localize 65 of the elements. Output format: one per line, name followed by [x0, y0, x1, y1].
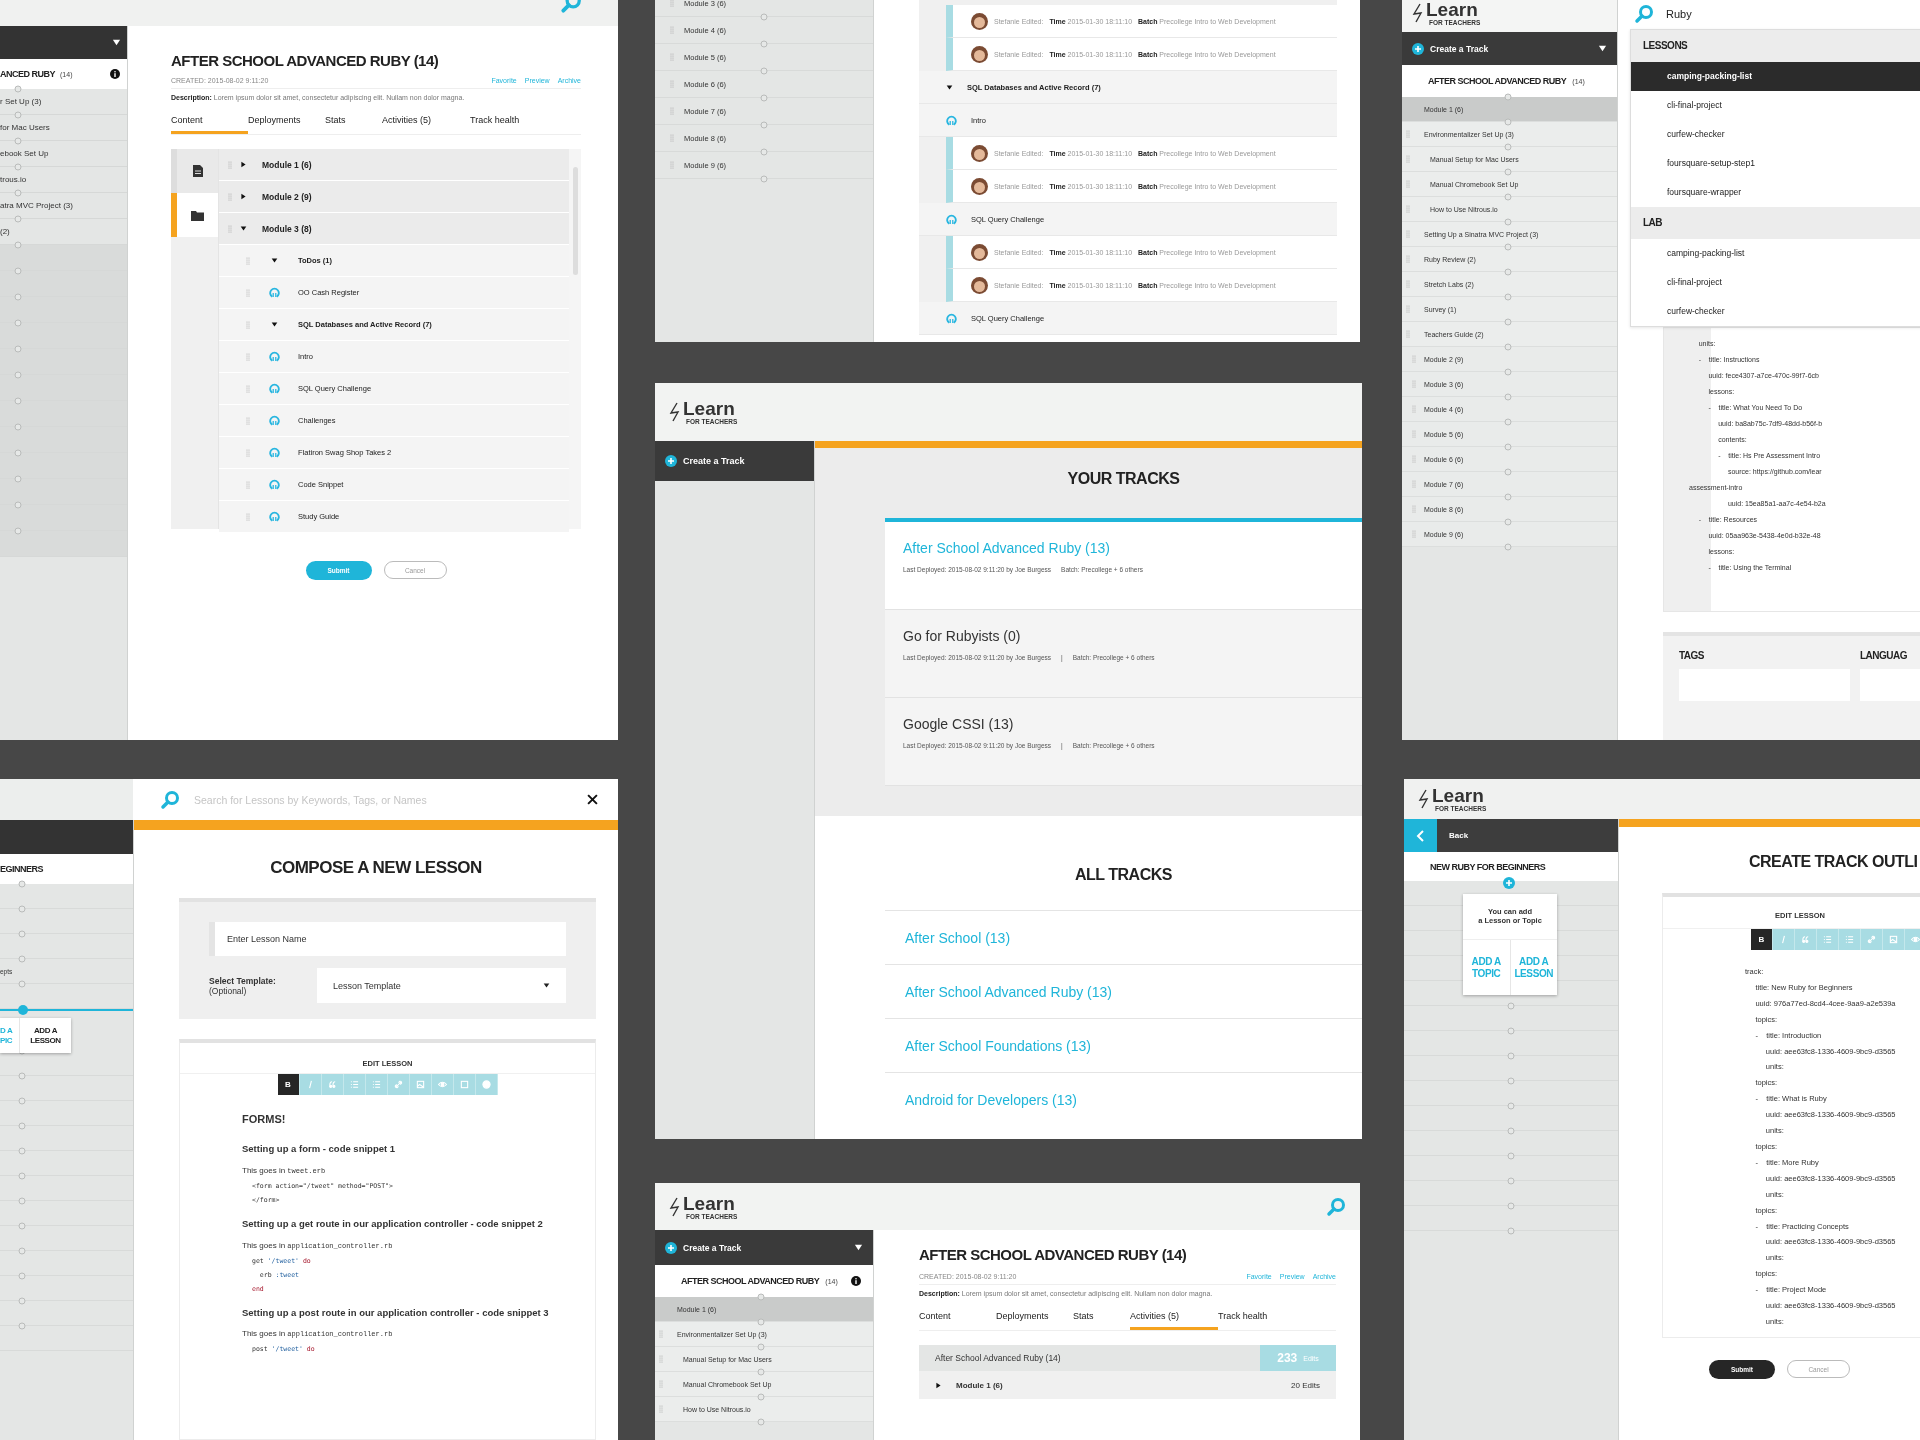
- page-title: COMPOSE A NEW LESSON: [269, 858, 483, 878]
- outline-label: Module 3 (8): [262, 223, 312, 234]
- track-title: AFTER SCHOOL ADVANCED RUBY (14): [919, 1246, 1188, 1263]
- outline-row[interactable]: Module 3 (8): [219, 213, 569, 245]
- result-item[interactable]: curfew-checker: [1631, 119, 1920, 149]
- tab[interactable]: Track health: [1218, 1311, 1295, 1330]
- track-title: ANCED RUBY: [0, 69, 55, 79]
- edit-count: 20 Edits: [1291, 1380, 1320, 1390]
- section-heading: ALL TRACKS: [1074, 866, 1173, 884]
- logo-wordmark: Learn: [683, 1193, 736, 1213]
- lesson-heading: Setting up a post route in our application controller - code snippet 3: [242, 1305, 550, 1320]
- group-heading: LAB: [1631, 206, 1920, 239]
- track-title: AFTER SCHOOL ADVANCED RUBY (14): [171, 52, 440, 69]
- track-name: Google CSSI (13): [903, 716, 1015, 732]
- create-track-button[interactable]: Create a Track: [655, 1230, 873, 1265]
- outline-row[interactable]: Module 1 (6): [219, 149, 569, 181]
- track-name: After School Advanced Ruby (13): [903, 540, 1111, 556]
- tab[interactable]: Content: [919, 1311, 996, 1330]
- summary-label: After School Advanced Ruby (14): [935, 1353, 1061, 1363]
- languages-heading: LANGUAG: [1860, 650, 1909, 662]
- tab[interactable]: Stats: [325, 115, 382, 134]
- tab[interactable]: Content: [171, 115, 248, 134]
- create-track-button[interactable]: Create a Track: [1402, 32, 1617, 65]
- track-title: EGINNERS: [0, 864, 43, 874]
- tab[interactable]: Activities (5): [1130, 1311, 1218, 1330]
- add-lesson-button[interactable]: ADD A LESSON: [20, 1018, 71, 1053]
- track-title: AFTER SCHOOL ADVANCED RUBY: [1428, 76, 1567, 86]
- lesson-title: FORMS!: [242, 1113, 287, 1125]
- bold-button[interactable]: B: [277, 1074, 300, 1095]
- tab[interactable]: Deployments: [248, 115, 325, 134]
- bold-button[interactable]: B: [1751, 929, 1773, 950]
- track-title: NEW RUBY FOR BEGINNERS: [1430, 861, 1546, 872]
- create-track-button[interactable]: Create a Track: [655, 441, 814, 481]
- result-item[interactable]: cli-final-project: [1631, 90, 1920, 120]
- result-item[interactable]: foursquare-setup-step1: [1631, 148, 1920, 178]
- page-title: CREATE TRACK OUTLI: [1749, 853, 1919, 871]
- module-label: Module 1 (6): [956, 1380, 1003, 1390]
- logo-wordmark: Learn: [1426, 0, 1479, 19]
- tab[interactable]: Deployments: [996, 1311, 1073, 1330]
- result-item[interactable]: camping-packing-list: [1631, 238, 1920, 268]
- back-label[interactable]: Back: [1437, 819, 1469, 852]
- track-name: Go for Rubyists (0): [903, 628, 1022, 644]
- outline-label: Module 1 (6): [262, 159, 312, 170]
- search-field[interactable]: Ruby: [1664, 7, 1818, 22]
- template-select[interactable]: Lesson Template: [317, 968, 566, 1003]
- logo-wordmark: Learn: [683, 399, 736, 418]
- result-item[interactable]: curfew-checker: [1631, 296, 1920, 326]
- module-row[interactable]: Module 1 (6) 20 Edits: [919, 1371, 1336, 1399]
- tab[interactable]: Track health: [470, 115, 547, 134]
- tab[interactable]: Activities (5): [382, 115, 470, 134]
- lesson-name-field[interactable]: Enter Lesson Name: [209, 922, 566, 956]
- lesson-heading: Setting up a get route in our application controller - code snippet 2: [242, 1216, 544, 1231]
- section-heading: YOUR TRACKS: [1066, 470, 1181, 488]
- result-item[interactable]: cli-final-project: [1631, 267, 1920, 297]
- lesson-heading: Setting up a form - code snippet 1: [242, 1142, 397, 1156]
- tags-heading: TAGS: [1679, 650, 1706, 662]
- group-heading: LESSONS: [1631, 29, 1920, 62]
- logo-wordmark: Learn: [1432, 786, 1485, 805]
- result-item[interactable]: foursquare-wrapper: [1631, 177, 1920, 207]
- template-label: Select Template: (Optional): [209, 975, 277, 996]
- result-item[interactable]: camping-packing-list: [1631, 61, 1920, 91]
- tab[interactable]: Stats: [1073, 1311, 1130, 1330]
- outline-row[interactable]: Module 2 (9): [219, 181, 569, 213]
- outline-label: Module 2 (9): [262, 191, 312, 202]
- track-title: AFTER SCHOOL ADVANCED RUBY: [681, 1276, 820, 1286]
